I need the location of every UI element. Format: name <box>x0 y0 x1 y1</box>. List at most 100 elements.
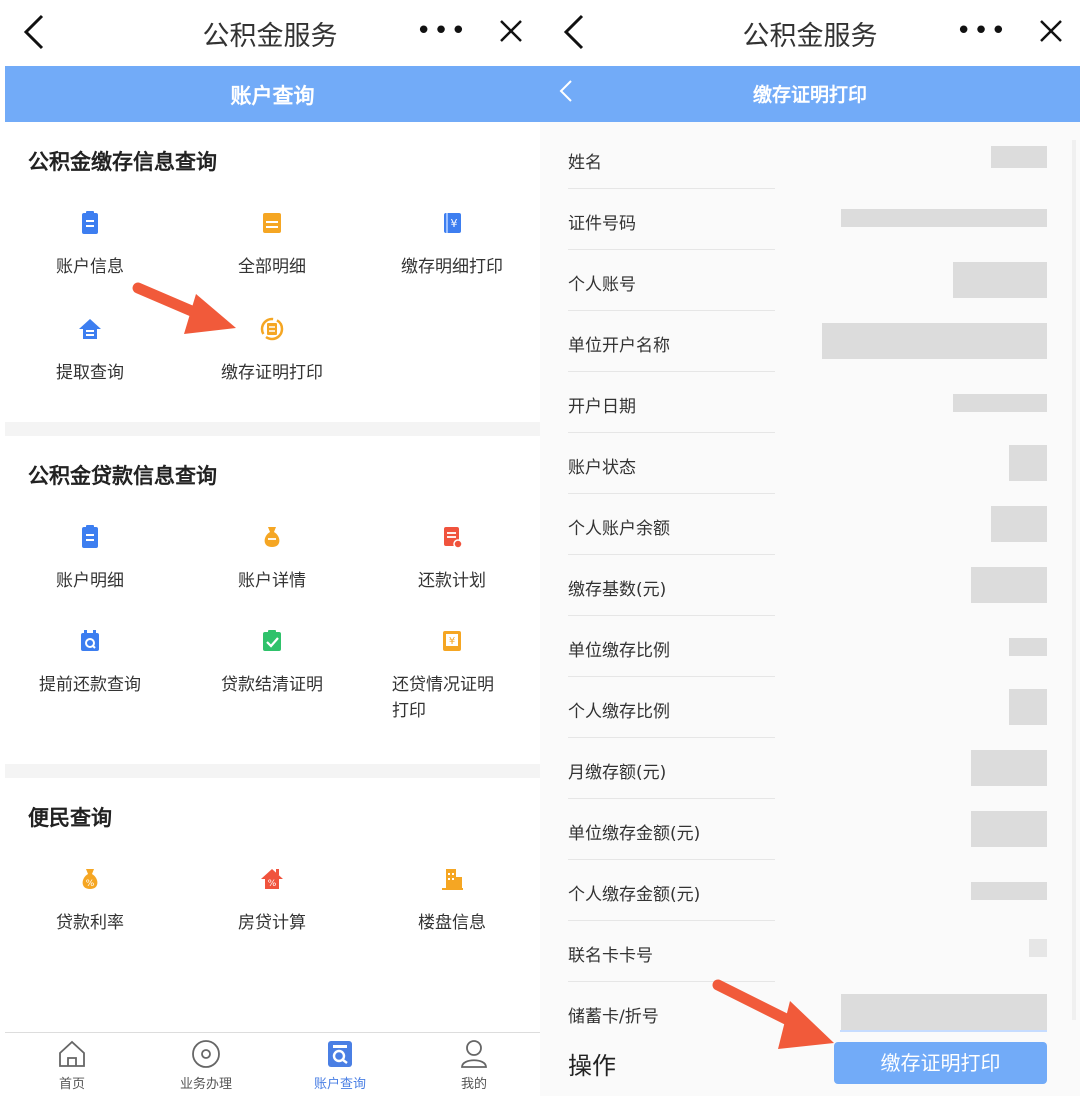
grid-item-label: 缴存明细打印 <box>401 257 503 277</box>
grid-item-repayment-plan[interactable]: 还款计划 <box>362 524 540 594</box>
field-label: 个人账户余额 <box>568 519 670 539</box>
tab-label: 账户查询 <box>313 1077 366 1092</box>
grid-item-deposit-detail-print[interactable]: ¥ 缴存明细打印 <box>362 210 540 280</box>
tab-home[interactable]: 首页 <box>5 1033 139 1096</box>
left-screen: 公积金服务 ••• 账户查询 公积金缴存信息查询 账户信息 全部明细 ¥ 缴存明… <box>0 0 540 1096</box>
field-row-employer-ratio: 单位缴存比例 <box>568 616 1080 677</box>
masked-value <box>991 146 1047 168</box>
field-label: 缴存基数(元) <box>568 580 667 600</box>
house-percent-icon: % <box>261 869 283 889</box>
close-icon[interactable] <box>496 16 526 46</box>
grid-item-mortgage-calculator[interactable]: % 房贷计算 <box>182 866 362 936</box>
grid-item-account-detail[interactable]: 账户明细 <box>0 524 180 594</box>
field-label: 单位开户名称 <box>568 336 670 356</box>
page-header: 缴存证明打印 <box>540 66 1080 122</box>
more-menu-icon[interactable]: ••• <box>956 18 1008 44</box>
field-label: 联名卡卡号 <box>568 946 653 966</box>
field-row-open-date: 开户日期 <box>568 372 1080 433</box>
print-certificate-button[interactable]: 缴存证明打印 <box>834 1042 1047 1084</box>
masked-value <box>971 750 1047 786</box>
field-row-personal-account: 个人账号 <box>568 250 1080 311</box>
field-label: 姓名 <box>568 153 602 173</box>
grid-item-repayment-status-certificate-print[interactable]: ¥ 还贷情况证明打印 <box>362 628 540 724</box>
highlight-arrow-icon <box>712 979 834 1049</box>
page-title: 账户查询 <box>230 84 315 108</box>
grid-item-property-info[interactable]: 楼盘信息 <box>362 866 540 936</box>
percent-bag-icon: % <box>82 869 98 889</box>
field-label: 个人缴存比例 <box>568 702 670 722</box>
field-label: 储蓄卡/折号 <box>568 1007 659 1027</box>
field-label: 个人账号 <box>568 275 636 295</box>
masked-value <box>991 506 1047 542</box>
field-label: 开户日期 <box>568 397 636 417</box>
grid-item-label: 账户详情 <box>238 571 306 591</box>
field-row-monthly-deposit: 月缴存额(元) <box>568 738 1080 799</box>
grid-item-label: 房贷计算 <box>238 913 306 933</box>
grid-item-label: 提取查询 <box>56 363 124 383</box>
section-title-convenience: 便民查询 <box>28 806 112 830</box>
field-label: 月缴存额(元) <box>568 763 667 783</box>
left-app-bar: 公积金服务 ••• <box>0 0 540 66</box>
masked-value <box>841 209 1047 227</box>
more-menu-icon[interactable]: ••• <box>416 18 468 44</box>
circle-target-icon <box>192 1040 220 1068</box>
field-label: 证件号码 <box>568 214 636 234</box>
grid-item-label: 账户明细 <box>56 571 124 591</box>
masked-value <box>822 323 1047 359</box>
masked-value <box>971 567 1047 603</box>
tab-label: 业务办理 <box>179 1077 232 1092</box>
field-row-balance: 个人账户余额 <box>568 494 1080 555</box>
grid-item-label: 楼盘信息 <box>418 913 486 933</box>
certificate-cycle-icon <box>260 317 284 341</box>
masked-value <box>1009 445 1047 481</box>
field-row-cobrand-card: 联名卡卡号 <box>568 921 1080 982</box>
grid-item-early-repayment-query[interactable]: 提前还款查询 <box>0 628 180 698</box>
building-icon <box>442 869 463 890</box>
tab-account-query[interactable]: 账户查询 <box>273 1033 407 1096</box>
masked-value <box>953 394 1047 412</box>
grid-item-loan-settlement-certificate[interactable]: 贷款结清证明 <box>182 628 362 698</box>
svg-text:%: % <box>268 879 277 889</box>
grid-item-label: 账户信息 <box>56 257 124 277</box>
field-label: 单位缴存比例 <box>568 641 670 661</box>
grid-item-label: 还贷情况证明打印 <box>392 675 494 721</box>
section-divider <box>5 422 540 436</box>
page-header: 账户查询 <box>5 66 540 122</box>
grid-item-account-particulars[interactable]: 账户详情 <box>182 524 362 594</box>
operation-label: 操作 <box>568 1052 616 1080</box>
grid-item-all-details[interactable]: 全部明细 <box>182 210 362 280</box>
grid-item-label: 全部明细 <box>238 257 306 277</box>
svg-text:¥: ¥ <box>449 636 455 647</box>
check-clipboard-icon <box>263 630 281 651</box>
grid-item-label: 提前还款查询 <box>39 675 141 695</box>
grid-item-account-info[interactable]: 账户信息 <box>0 210 180 280</box>
field-label: 账户状态 <box>568 458 636 478</box>
section-divider <box>5 764 540 778</box>
field-row-id-number: 证件号码 <box>568 189 1080 250</box>
field-row-employer-amount: 单位缴存金额(元) <box>568 799 1080 860</box>
tab-mine[interactable]: 我的 <box>407 1033 540 1096</box>
person-icon <box>461 1040 487 1068</box>
grid-item-label: 贷款结清证明 <box>221 675 323 695</box>
tab-label: 首页 <box>58 1077 85 1092</box>
clipboard-icon <box>82 525 98 548</box>
close-icon[interactable] <box>1036 16 1066 46</box>
account-search-icon <box>328 1041 352 1067</box>
grid-item-loan-rate[interactable]: % 贷款利率 <box>0 866 180 936</box>
right-screen: 公积金服务 ••• 缴存证明打印 姓名 证件号码 个人账号 单位开户名称 开户日… <box>540 0 1080 1096</box>
calendar-search-icon <box>81 630 99 651</box>
field-row-personal-ratio: 个人缴存比例 <box>568 677 1080 738</box>
grid-item-label: 缴存证明打印 <box>221 363 323 383</box>
field-row-account-status: 账户状态 <box>568 433 1080 494</box>
house-arrow-icon <box>79 319 101 339</box>
grid-item-label: 贷款利率 <box>56 913 124 933</box>
list-card-icon <box>263 213 281 233</box>
bottom-tab-bar: 首页 业务办理 账户查询 我的 <box>5 1032 540 1096</box>
tab-business[interactable]: 业务办理 <box>139 1033 273 1096</box>
plan-sheet-icon <box>444 527 463 549</box>
highlight-arrow-icon <box>132 282 236 334</box>
tab-label: 我的 <box>460 1077 487 1092</box>
home-icon <box>59 1040 85 1067</box>
masked-value <box>841 994 1047 1030</box>
yuan-scroll-icon: ¥ <box>443 631 461 651</box>
